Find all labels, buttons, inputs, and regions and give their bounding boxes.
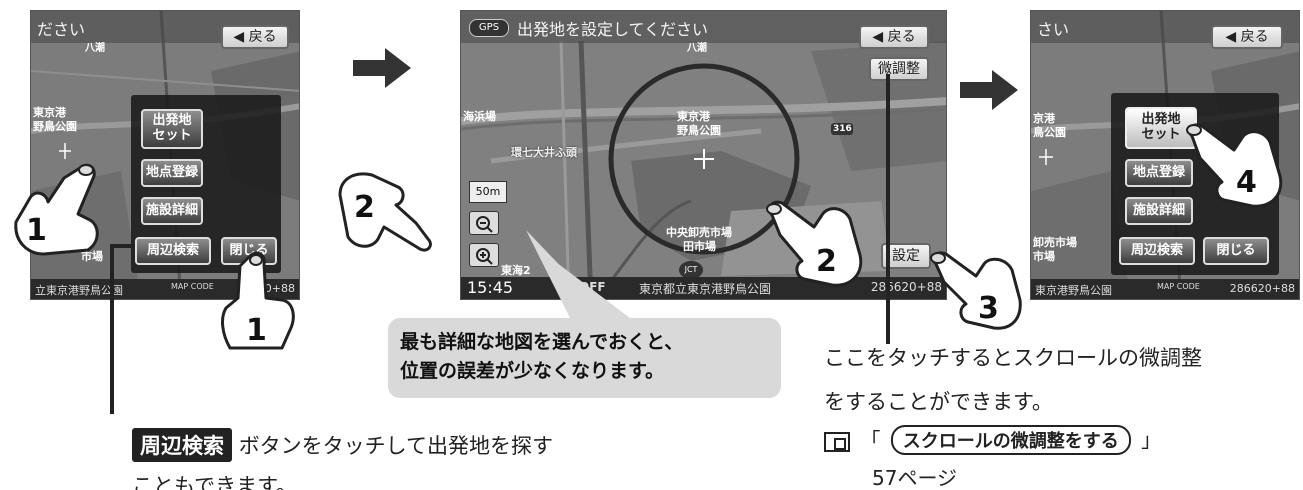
map-label: 東京港 xyxy=(33,106,66,119)
touch-hand-icon: 1 xyxy=(14,163,99,256)
status-place: 東京港野鳥公園 xyxy=(1035,284,1112,297)
nearby-search-caption: 周辺検索 ボタンをタッチして出発地を探す xyxy=(132,428,553,462)
fine-adjust-caption-line1: ここをタッチするとスクロールの微調整 xyxy=(824,346,1202,370)
status-code: 286620+88 xyxy=(1229,282,1295,295)
map-label: 野鳥公園 xyxy=(677,124,721,137)
screen-title: 出発地を設定してください xyxy=(517,20,709,39)
callout-line xyxy=(110,244,114,414)
area-label: 八潮 xyxy=(687,43,707,54)
map-label: 海浜場 xyxy=(463,110,496,123)
status-place: 東京都立東京港野鳥公園 xyxy=(639,282,772,296)
nearby-search-button[interactable]: 周辺検索 xyxy=(1119,237,1195,265)
step-number: 1 xyxy=(246,313,267,348)
route-number: 316 xyxy=(833,124,852,134)
step-number: 4 xyxy=(1236,165,1257,200)
mapcode-label: MAP CODE xyxy=(1157,282,1200,291)
facility-detail-button[interactable]: 施設詳細 xyxy=(141,197,203,225)
back-button[interactable]: ◀ 戻る xyxy=(221,25,289,49)
note-pointer xyxy=(526,230,630,318)
screen-title: さい xyxy=(1037,20,1070,39)
tip-note: 最も詳細な地図を選んでおくと、 位置の誤差が少なくなります。 xyxy=(388,318,781,398)
touch-hand-icon: 1 xyxy=(221,251,295,350)
tip-line: 最も詳細な地図を選んでおくと、 xyxy=(400,331,684,353)
area-label: 八潮 xyxy=(85,43,105,54)
callout-line xyxy=(886,74,890,344)
reference-icon xyxy=(824,431,850,452)
gps-icon[interactable]: GPS xyxy=(469,19,509,37)
nearby-search-tag: 周辺検索 xyxy=(132,428,232,462)
map-label: 中央卸売市場 xyxy=(666,226,732,239)
set-departure-button[interactable]: 出発地 セット xyxy=(141,109,203,149)
close-button[interactable]: 閉じる xyxy=(1203,237,1269,265)
map-label: 市場 xyxy=(1033,250,1055,263)
touch-hand-icon: 2 xyxy=(766,200,863,287)
caption-text: ボタンをタッチして出発地を探す xyxy=(238,434,554,458)
map-label: 東京港 xyxy=(677,110,710,123)
reference-page: 57ページ xyxy=(872,466,958,490)
reference-title[interactable]: スクロールの微調整をする xyxy=(890,425,1131,455)
step-number: 2 xyxy=(354,190,375,225)
ref-open-bracket: 「 xyxy=(860,428,881,452)
arrow-right-icon xyxy=(353,48,411,88)
map-label: 卸売市場 xyxy=(1033,236,1077,249)
register-point-button[interactable]: 地点登録 xyxy=(141,159,203,187)
mapcode-label: MAP CODE xyxy=(171,282,214,291)
page-reference: 「 スクロールの微調整をする 」 xyxy=(824,424,1161,455)
map-label: 田市場 xyxy=(683,240,716,253)
step-number: 2 xyxy=(816,244,837,279)
arrow-right-icon xyxy=(960,70,1018,110)
map-label: 鳥公園 xyxy=(1033,126,1066,139)
jct-label: JCT xyxy=(684,265,698,274)
status-bar: 東京港野鳥公園 MAP CODE 286620+88 xyxy=(1031,279,1299,299)
step-number: 3 xyxy=(978,291,999,326)
touch-hand-icon: 2 xyxy=(338,172,432,252)
fine-adjust-caption-line2: をすることができます。 xyxy=(824,390,1053,414)
gps-label: GPS xyxy=(478,22,500,33)
touch-hand-icon: 3 xyxy=(930,251,1022,330)
ref-close-bracket: 」 xyxy=(1141,428,1162,452)
tip-line: 位置の誤差が少なくなります。 xyxy=(400,360,665,382)
nearby-search-button[interactable]: 周辺検索 xyxy=(135,237,211,265)
map-label: 京港 xyxy=(1033,112,1055,125)
back-button[interactable]: ◀ 戻る xyxy=(1211,25,1283,49)
callout-line xyxy=(110,244,134,248)
screen-title: ださい xyxy=(37,20,86,39)
fine-adjust-button[interactable]: 微調整 xyxy=(869,57,929,81)
touch-hand-icon: 4 xyxy=(1186,123,1283,208)
caption-text-line2: こともできます。 xyxy=(132,474,298,490)
back-button[interactable]: ◀ 戻る xyxy=(859,25,929,49)
map-label: 野鳥公園 xyxy=(33,120,77,133)
step-number: 1 xyxy=(26,213,47,248)
